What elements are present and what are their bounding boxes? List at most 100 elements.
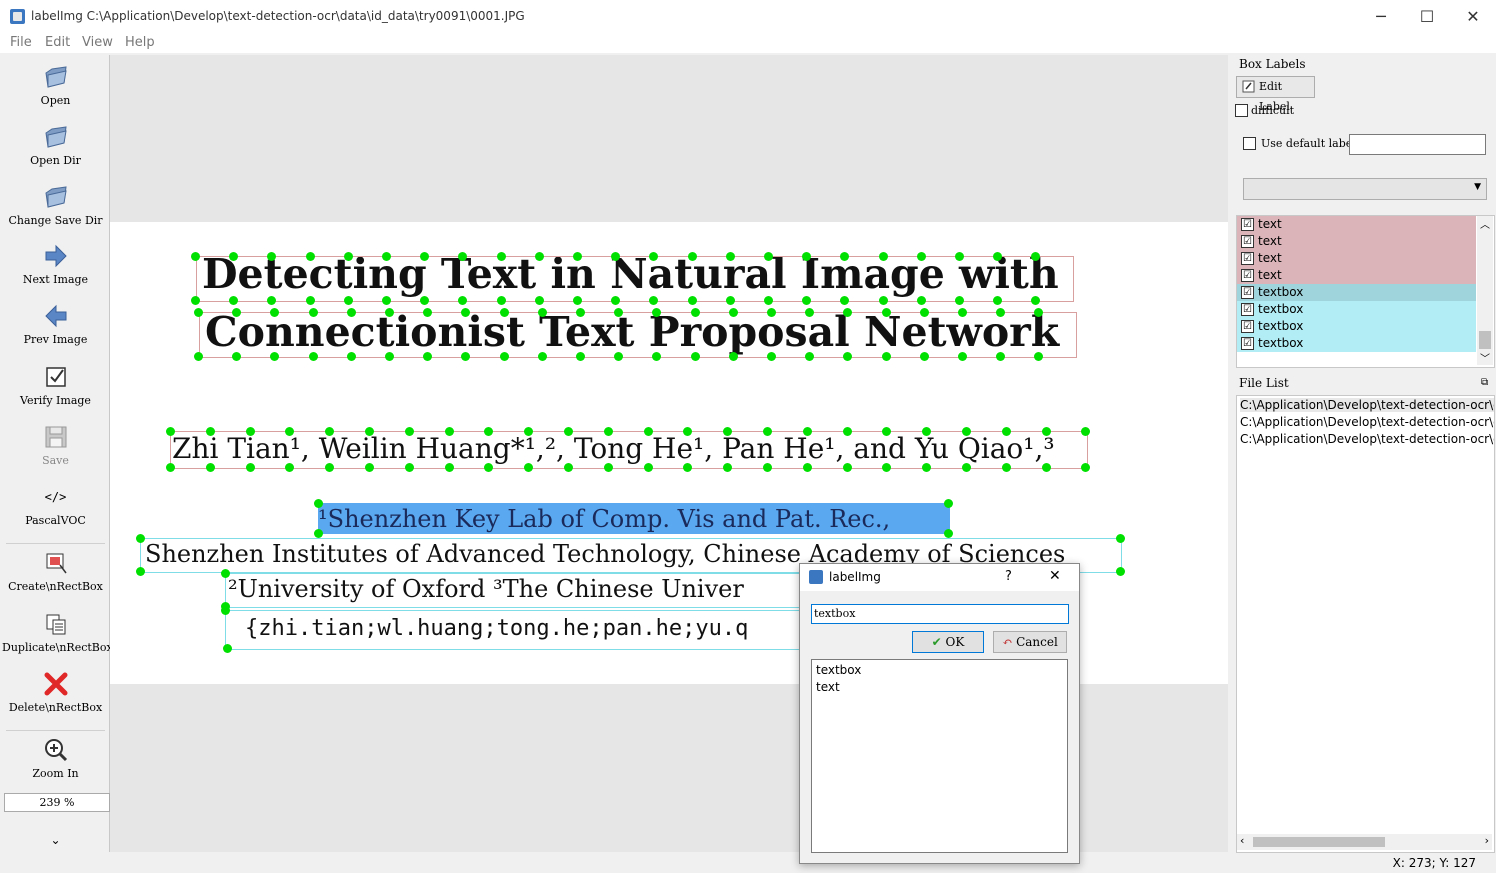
label-list-item-selected[interactable]: ☑ textbox [1237,284,1476,301]
file-list-item[interactable]: C:\Application\Develop\text-detection-oc… [1240,415,1494,429]
box-vertex-point[interactable] [136,534,145,543]
box-vertex-point[interactable] [221,606,230,615]
box-vertex-point[interactable] [573,296,582,305]
box-vertex-point[interactable] [385,352,394,361]
box-vertex-point[interactable] [245,463,255,472]
menu-help[interactable]: Help [125,35,155,50]
ok-button[interactable]: ✔ OK [912,631,984,653]
checkbox-checked-icon[interactable]: ☑ [1241,337,1254,350]
checkbox-checked-icon[interactable]: ☑ [1241,286,1254,299]
checkbox-checked-icon[interactable]: ☑ [1241,252,1254,265]
box-vertex-point[interactable] [136,567,145,576]
box-vertex-point[interactable] [603,427,613,436]
box-vertex-point[interactable] [649,296,659,305]
box-vertex-point[interactable] [229,296,239,305]
checkbox-checked-icon[interactable]: ☑ [1241,303,1254,316]
box-vertex-point[interactable] [955,252,964,261]
box-vertex-point[interactable] [802,427,812,436]
box-vertex-point[interactable] [365,427,374,436]
box-vertex-point[interactable] [499,308,509,317]
box-vertex-point[interactable] [267,296,277,305]
box-vertex-point[interactable] [191,252,200,261]
box-vertex-point[interactable] [919,308,929,317]
box-vertex-point[interactable] [1041,463,1051,472]
box-vertex-point[interactable] [842,463,852,472]
box-vertex-point[interactable] [221,569,230,578]
box-vertex-point[interactable] [764,252,773,261]
label-list-item[interactable]: ☑ textbox [1237,318,1476,335]
label-combobox[interactable]: ▼ [1243,178,1487,200]
box-vertex-point[interactable] [573,252,582,261]
delete-rectbox-button[interactable]: Delete\nRectBox [2,670,109,714]
box-vertex-point[interactable] [325,463,335,472]
checkbox-checked-icon[interactable]: ☑ [1241,269,1254,282]
box-vertex-point[interactable] [643,427,653,436]
box-vertex-point[interactable] [420,296,430,305]
box-vertex-point[interactable] [576,308,585,317]
box-vertex-point[interactable] [922,463,932,472]
bounding-box-title-1[interactable] [196,256,1074,302]
box-vertex-point[interactable] [802,463,812,472]
box-vertex-point[interactable] [643,463,653,472]
box-vertex-point[interactable] [842,427,852,436]
box-vertex-point[interactable] [652,352,662,361]
box-vertex-point[interactable] [767,352,776,361]
label-option[interactable]: textbox [816,663,861,677]
box-vertex-point[interactable] [534,296,544,305]
use-default-label-checkbox[interactable] [1243,137,1256,150]
label-list-item[interactable]: ☑ textbox [1237,301,1476,318]
box-vertex-point[interactable] [223,644,232,653]
box-vertex-point[interactable] [1031,296,1041,305]
default-label-input[interactable] [1349,134,1486,155]
box-vertex-point[interactable] [194,352,203,361]
box-vertex-point[interactable] [534,252,544,261]
box-vertex-point[interactable] [496,252,506,261]
close-button[interactable]: ✕ [1450,0,1496,33]
change-save-dir-button[interactable]: Change Save Dir [2,183,109,227]
zoom-value-field[interactable]: 239 % [4,793,110,812]
box-vertex-point[interactable] [962,463,971,472]
label-list-item[interactable]: ☑ text [1237,216,1476,233]
box-vertex-point[interactable] [687,296,697,305]
box-vertex-point[interactable] [245,427,255,436]
bounding-box-affiliation-3[interactable] [225,573,802,608]
box-vertex-point[interactable] [423,352,433,361]
box-vertex-point[interactable] [944,499,953,508]
box-vertex-point[interactable] [767,308,776,317]
box-vertex-point[interactable] [881,308,891,317]
box-vertex-point[interactable] [840,296,850,305]
box-vertex-point[interactable] [611,296,621,305]
box-vertex-point[interactable] [305,252,315,261]
toolbar-more-button[interactable]: ⌄ [2,833,109,847]
box-vertex-point[interactable] [728,352,738,361]
box-vertex-point[interactable] [461,352,471,361]
box-vertex-point[interactable] [1041,427,1051,436]
box-vertex-point[interactable] [763,427,772,436]
scrollbar-thumb[interactable] [1253,837,1385,847]
box-vertex-point[interactable] [346,352,356,361]
save-button[interactable]: Save [2,423,109,467]
box-vertex-point[interactable] [916,252,926,261]
box-vertex-point[interactable] [916,296,926,305]
box-vertex-point[interactable] [958,308,967,317]
checkbox-checked-icon[interactable]: ☑ [1241,235,1254,248]
box-vertex-point[interactable] [537,352,547,361]
label-list-item[interactable]: ☑ textbox [1237,335,1476,352]
bounding-box-authors[interactable] [170,431,1088,469]
box-vertex-point[interactable] [843,352,853,361]
box-vertex-point[interactable] [603,463,613,472]
chevron-up-icon[interactable]: ︿ [1480,216,1490,231]
duplicate-rectbox-button[interactable]: Duplicate\nRectBox [2,610,113,654]
box-vertex-point[interactable] [458,296,468,305]
prev-image-button[interactable]: Prev Image [2,302,109,346]
box-vertex-point[interactable] [725,296,735,305]
box-vertex-point[interactable] [763,463,772,472]
chevron-right-icon[interactable]: › [1485,834,1489,847]
box-vertex-point[interactable] [444,463,454,472]
box-vertex-point[interactable] [690,352,700,361]
box-vertex-point[interactable] [564,463,573,472]
bounding-box-title-2[interactable] [199,312,1077,358]
pascalvoc-button[interactable]: </> PascalVOC [2,483,109,527]
chevron-left-icon[interactable]: ‹ [1240,834,1244,847]
box-vertex-point[interactable] [1001,463,1011,472]
